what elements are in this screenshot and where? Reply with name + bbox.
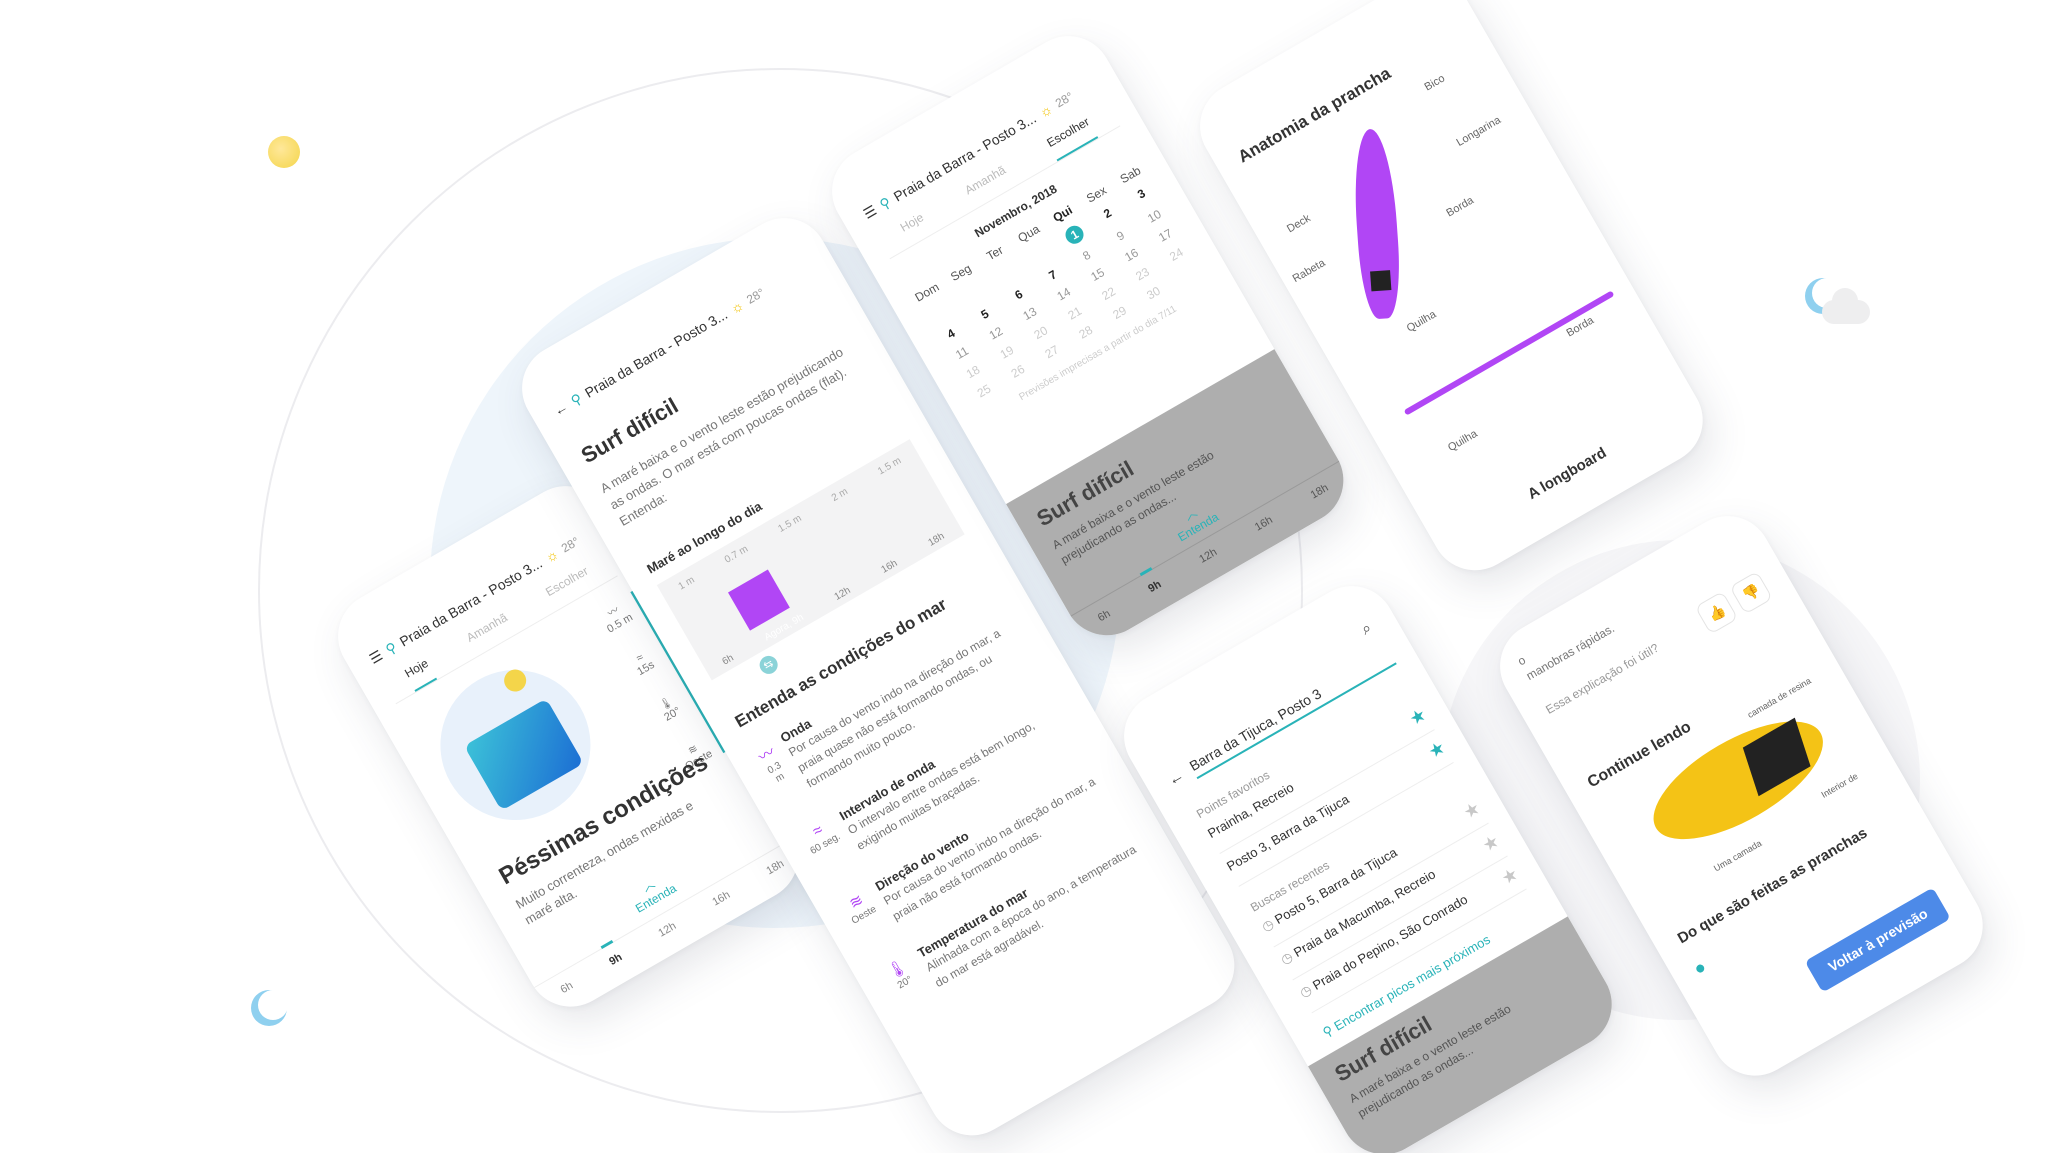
sun-icon: ☼ (542, 545, 562, 566)
hour-16h[interactable]: 16h (710, 889, 732, 909)
pin-icon: ⚲ (382, 638, 400, 658)
sun-icon: ☼ (727, 296, 747, 317)
temperature: 28° (744, 285, 767, 307)
pin-icon: ⚲ (876, 193, 894, 213)
moon-decoration (258, 990, 288, 1020)
hour-12h[interactable]: 12h (656, 920, 678, 940)
cloud-decoration (1822, 288, 1870, 324)
tab-hoje[interactable]: Hoje (898, 210, 933, 246)
star-icon[interactable]: ★ (1479, 830, 1503, 856)
menu-icon[interactable]: ☰ (366, 646, 385, 667)
star-icon[interactable]: ★ (1425, 737, 1449, 763)
stat-interval: ≈15s (624, 646, 661, 681)
tide-now-bar (728, 569, 790, 631)
back-arrow-icon[interactable]: ← (551, 398, 571, 419)
hour-6h[interactable]: 6h (559, 980, 576, 997)
hour-18h[interactable]: 18h (764, 858, 786, 878)
tab-hoje[interactable]: Hoje (402, 656, 438, 692)
star-icon[interactable]: ★ (1498, 863, 1522, 889)
temperature: 28° (558, 534, 582, 556)
search-icon[interactable]: ⌕ (1359, 619, 1376, 639)
menu-icon[interactable]: ☰ (860, 201, 879, 222)
hour-9h[interactable]: 9h (600, 939, 625, 969)
sun-decoration (268, 136, 300, 168)
pin-icon: ⚲ (567, 389, 585, 409)
star-icon[interactable]: ★ (1460, 798, 1484, 824)
swap-icon[interactable]: ⇆ (756, 652, 781, 678)
temperature: 28° (1052, 89, 1076, 111)
location-name: Praia da Barra - Posto 3... (581, 306, 731, 401)
stat-temperature: 🌡 20° (650, 691, 688, 727)
stat-wave: 〰 0.5 m (596, 597, 635, 636)
sun-icon: ☼ (1036, 100, 1056, 121)
star-icon[interactable]: ★ (1406, 704, 1430, 730)
back-arrow-icon[interactable]: ← (1165, 767, 1188, 791)
selected-day[interactable]: 1 (1062, 222, 1087, 247)
